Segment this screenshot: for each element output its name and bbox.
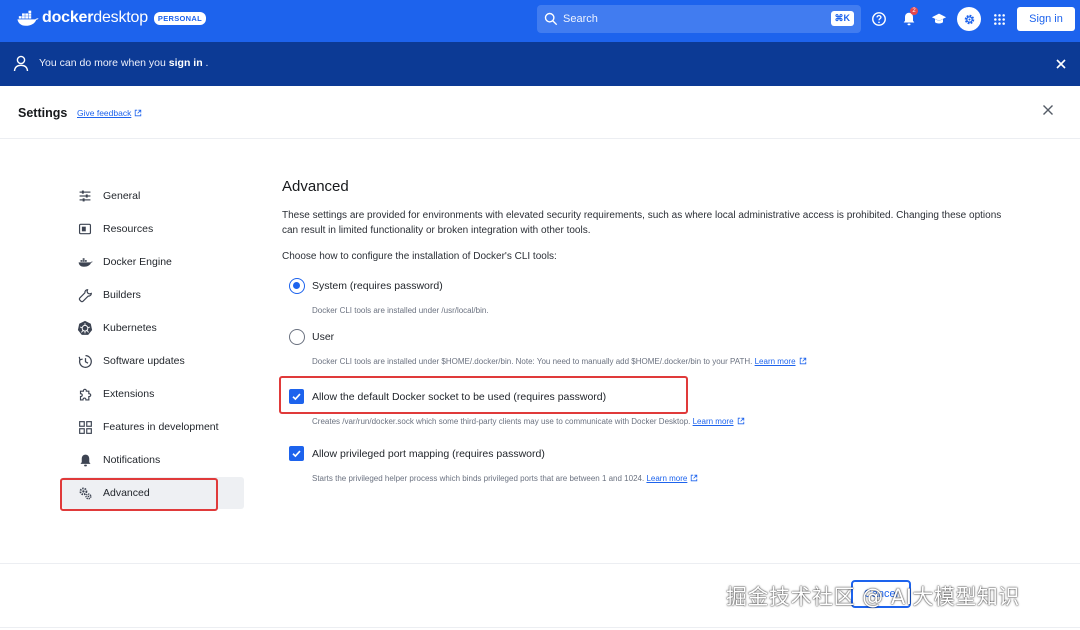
bell-icon: [76, 451, 94, 469]
docker-logo[interactable]: dockerdesktop PERSONAL: [17, 9, 206, 27]
sidebar-item-general[interactable]: General: [62, 180, 244, 212]
banner-message: You can do more when you sign in .: [39, 57, 209, 69]
sidebar-item-label: Features in development: [103, 421, 219, 433]
gear-icon: [964, 14, 974, 24]
give-feedback-link[interactable]: Give feedback: [77, 108, 142, 118]
watermark-text: 掘金技术社区 @ AI大模型知识: [726, 585, 1020, 609]
search-shortcut: ⌘K: [830, 11, 854, 26]
external-link-icon: [135, 109, 142, 117]
kubernetes-icon: [76, 319, 94, 337]
product-name: dockerdesktop: [42, 9, 148, 26]
radio-system-label: System (requires password): [312, 280, 443, 292]
footer-bottom-divider: [0, 627, 1080, 628]
learn-more-link[interactable]: Learn more: [755, 357, 796, 366]
top-bar: dockerdesktop PERSONAL Search ⌘K 2 Sign …: [0, 0, 1080, 42]
page-title: Settings: [18, 106, 68, 120]
search-bar[interactable]: Search ⌘K: [537, 5, 861, 33]
sidebar-item-builders[interactable]: Builders: [62, 279, 244, 311]
external-link-icon: [737, 417, 744, 425]
radio-user[interactable]: [289, 329, 305, 345]
learn-more-link[interactable]: Learn more: [646, 474, 687, 483]
settings-gear-button[interactable]: [957, 7, 981, 31]
sidebar-item-extensions[interactable]: Extensions: [62, 378, 244, 410]
sidebar-item-label: General: [103, 190, 141, 202]
whale-icon: [76, 253, 94, 271]
sidebar-item-label: Notifications: [103, 454, 161, 466]
resources-icon: [76, 220, 94, 238]
sidebar-item-label: Extensions: [103, 388, 155, 400]
radio-user-help: Docker CLI tools are installed under $HO…: [312, 357, 807, 366]
close-settings-icon[interactable]: [1042, 104, 1054, 116]
cli-tools-question: Choose how to configure the installation…: [282, 251, 557, 262]
wrench-icon: [76, 286, 94, 304]
external-link-icon: [691, 474, 698, 482]
sidebar-item-kubernetes[interactable]: Kubernetes: [62, 312, 244, 344]
highlight-box-advanced: [60, 478, 218, 511]
plan-badge: PERSONAL: [153, 11, 206, 25]
sliders-icon: [76, 187, 94, 205]
user-icon: [13, 55, 29, 72]
sidebar-item-features-in-development[interactable]: Features in development: [62, 411, 244, 443]
radio-system-help: Docker CLI tools are installed under /us…: [312, 306, 489, 315]
docker-socket-help: Creates /var/run/docker.sock which some …: [312, 417, 745, 426]
sidebar-item-docker-engine[interactable]: Docker Engine: [62, 246, 244, 278]
privileged-port-checkbox[interactable]: [289, 446, 304, 461]
sidebar-item-notifications[interactable]: Notifications: [62, 444, 244, 476]
learn-more-link[interactable]: Learn more: [693, 417, 734, 426]
grid-icon: [76, 418, 94, 436]
sidebar-item-label: Builders: [103, 289, 141, 301]
sidebar-item-label: Resources: [103, 223, 154, 235]
sign-in-banner: You can do more when you sign in .: [0, 42, 1080, 86]
apps-grid-icon[interactable]: [990, 10, 1008, 28]
external-link-icon: [799, 357, 806, 365]
sidebar-item-label: Software updates: [103, 355, 185, 367]
section-description: These settings are provided for environm…: [282, 210, 1002, 236]
search-placeholder: Search: [563, 13, 598, 25]
section-heading: Advanced: [282, 178, 349, 195]
notifications-bell-icon[interactable]: 2: [900, 7, 918, 28]
search-icon: [544, 12, 558, 26]
clock-update-icon: [76, 352, 94, 370]
puzzle-icon: [76, 385, 94, 403]
footer-divider: [0, 563, 1080, 564]
docker-whale-icon: [17, 10, 39, 26]
settings-header: Settings Give feedback: [0, 86, 1080, 139]
privileged-port-label: Allow privileged port mapping (requires …: [312, 448, 545, 460]
learning-center-icon[interactable]: [930, 10, 948, 28]
sign-in-button[interactable]: Sign in: [1017, 7, 1075, 31]
highlight-box-docker-socket: [279, 376, 688, 414]
check-icon: [292, 450, 301, 458]
privileged-port-help: Starts the privileged helper process whi…: [312, 474, 698, 483]
radio-system[interactable]: [289, 278, 305, 294]
help-icon[interactable]: [870, 10, 888, 28]
close-icon[interactable]: [1055, 58, 1067, 70]
sidebar-item-software-updates[interactable]: Software updates: [62, 345, 244, 377]
sidebar-item-label: Kubernetes: [103, 322, 157, 334]
banner-sign-in-link[interactable]: sign in: [169, 57, 203, 69]
radio-user-label: User: [312, 331, 335, 343]
notification-count-badge: 2: [910, 7, 918, 15]
sidebar-item-label: Docker Engine: [103, 256, 172, 268]
sidebar-item-resources[interactable]: Resources: [62, 213, 244, 245]
